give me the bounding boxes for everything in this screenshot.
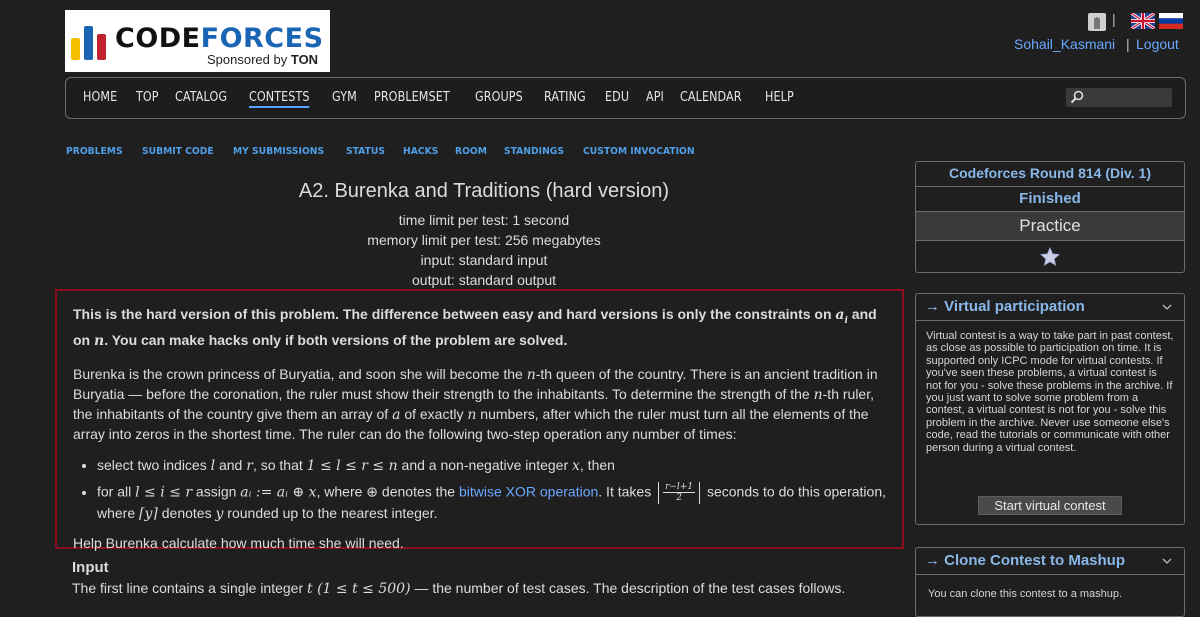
menu-item-help[interactable]: HELP: [765, 90, 794, 108]
search-icon: [1070, 90, 1084, 104]
list-item: select two indices l and r, so that 1 ≤ …: [97, 456, 886, 476]
time-limit: time limit per test: 1 second: [398, 212, 570, 228]
english-flag-icon[interactable]: [1131, 13, 1155, 29]
logout-link[interactable]: Logout: [1136, 36, 1179, 52]
star-icon[interactable]: [1039, 246, 1061, 268]
problem-legend: Burenka is the crown princess of Buryati…: [73, 365, 878, 442]
input-text: The first line contains a single integer…: [72, 580, 846, 597]
separator: |: [1126, 36, 1130, 52]
submenu-room[interactable]: ROOM: [455, 146, 487, 157]
logo-sponsor: Sponsored by TON: [207, 52, 319, 67]
contest-status: Finished: [916, 187, 1184, 212]
russian-flag-icon[interactable]: [1159, 13, 1183, 29]
clone-mashup-box: → Clone Contest to Mashup You can clone …: [915, 547, 1185, 617]
virtual-participation-box: → Virtual participation Virtual contest …: [915, 293, 1185, 525]
submenu-problems[interactable]: PROBLEMS: [66, 146, 123, 157]
fraction: r−l+1 2: [658, 481, 701, 504]
menu-item-home[interactable]: HOME: [83, 90, 117, 108]
mashup-description: You can clone this contest to a mashup.: [928, 588, 1123, 600]
memory-limit: memory limit per test: 256 megabytes: [367, 232, 601, 248]
input-heading: Input: [72, 559, 109, 576]
search-input[interactable]: [1066, 88, 1172, 107]
menu-item-calendar[interactable]: CALENDAR: [680, 90, 742, 108]
list-item: for all l ≤ i ≤ r assign aᵢ := aᵢ ⊕ x, w…: [97, 481, 886, 524]
contest-mode: Practice: [916, 212, 1184, 241]
help-text: Help Burenka calculate how much time she…: [73, 534, 404, 551]
menu-item-rating[interactable]: RATING: [544, 90, 586, 108]
menu-item-api[interactable]: API: [646, 90, 664, 108]
contest-submenu: PROBLEMS SUBMIT CODE MY SUBMISSIONS STATUS H…: [66, 141, 718, 159]
menu-item-gym[interactable]: GYM: [332, 90, 357, 108]
submenu-hacks[interactable]: HACKS: [403, 146, 438, 157]
problem-title: A2. Burenka and Traditions (hard version…: [298, 180, 670, 202]
start-virtual-contest-button[interactable]: Start virtual contest: [978, 496, 1122, 515]
round-box: Codeforces Round 814 (Div. 1) Finished P…: [915, 161, 1185, 273]
menu-item-contests[interactable]: CONTESTS: [248, 90, 310, 108]
menu-item-groups[interactable]: GROUPS: [475, 90, 523, 108]
menu-item-edu[interactable]: EDU: [605, 90, 629, 108]
hard-version-note: This is the hard version of this problem…: [73, 306, 877, 349]
chevron-down-icon[interactable]: [1162, 556, 1172, 566]
favorite-row: [916, 241, 1184, 273]
submenu-custom-invocation[interactable]: CUSTOM INVOCATION: [583, 146, 695, 157]
input-spec: input: standard input: [420, 252, 548, 268]
submenu-status[interactable]: STATUS: [346, 146, 385, 157]
chevron-down-icon[interactable]: [1162, 302, 1172, 312]
submenu-my-submissions[interactable]: MY SUBMISSIONS: [233, 146, 324, 157]
main-menu: HOME TOP CATALOG CONTESTS GYM PROBLEMSET GROUP…: [65, 77, 1186, 119]
operation-list: select two indices l and r, so that 1 ≤ …: [73, 456, 886, 524]
logo-wordmark: CODEFORCES: [115, 23, 324, 54]
codeforces-logo[interactable]: CODEFORCES Sponsored by TON: [65, 10, 330, 72]
user-avatar-icon[interactable]: [1088, 13, 1106, 31]
virtual-description: Virtual contest is a way to take part in…: [926, 330, 1174, 454]
submenu-submit-code[interactable]: SUBMIT CODE: [142, 146, 214, 157]
virtual-title[interactable]: → Virtual participation: [916, 294, 1184, 321]
round-title-link[interactable]: Codeforces Round 814 (Div. 1): [916, 162, 1184, 187]
problem-statement: This is the hard version of this problem…: [55, 289, 904, 551]
mashup-title[interactable]: → Clone Contest to Mashup: [916, 548, 1184, 575]
menu-item-problemset[interactable]: PROBLEMSET: [374, 90, 450, 108]
username-link[interactable]: Sohail_Kasmani: [1014, 36, 1115, 52]
output-spec: output: standard output: [412, 272, 556, 288]
xor-link[interactable]: bitwise XOR operation: [459, 484, 598, 500]
separator: |: [1112, 11, 1116, 27]
submenu-standings[interactable]: STANDINGS: [504, 146, 564, 157]
menu-item-top[interactable]: TOP: [136, 90, 159, 108]
logo-bars-icon: [71, 26, 106, 60]
menu-item-catalog[interactable]: CATALOG: [175, 90, 227, 108]
